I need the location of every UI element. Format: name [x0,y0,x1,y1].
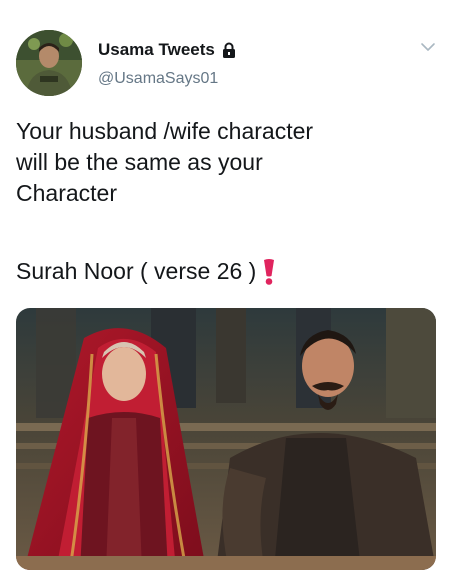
verse-text: Surah Noor ( verse 26 ) [16,258,257,284]
avatar[interactable] [16,30,82,96]
tweet-media-photo[interactable] [16,308,436,570]
lock-icon [222,42,236,58]
avatar-photo [16,30,82,96]
author-handle[interactable]: @UsamaSays01 [98,70,218,88]
photo-of-couple [16,308,436,570]
author-row: Usama Tweets [98,38,236,62]
tweet-card: Usama Tweets @UsamaSays01 Your husband /… [0,0,450,584]
chevron-down-icon[interactable] [420,40,436,52]
display-name[interactable]: Usama Tweets [98,40,215,60]
tweet-text: Your husband /wife character will be the… [16,118,314,206]
heavy-exclamation-mark-icon [260,258,278,286]
verse-line: Surah Noor ( verse 26 ) [16,256,278,287]
